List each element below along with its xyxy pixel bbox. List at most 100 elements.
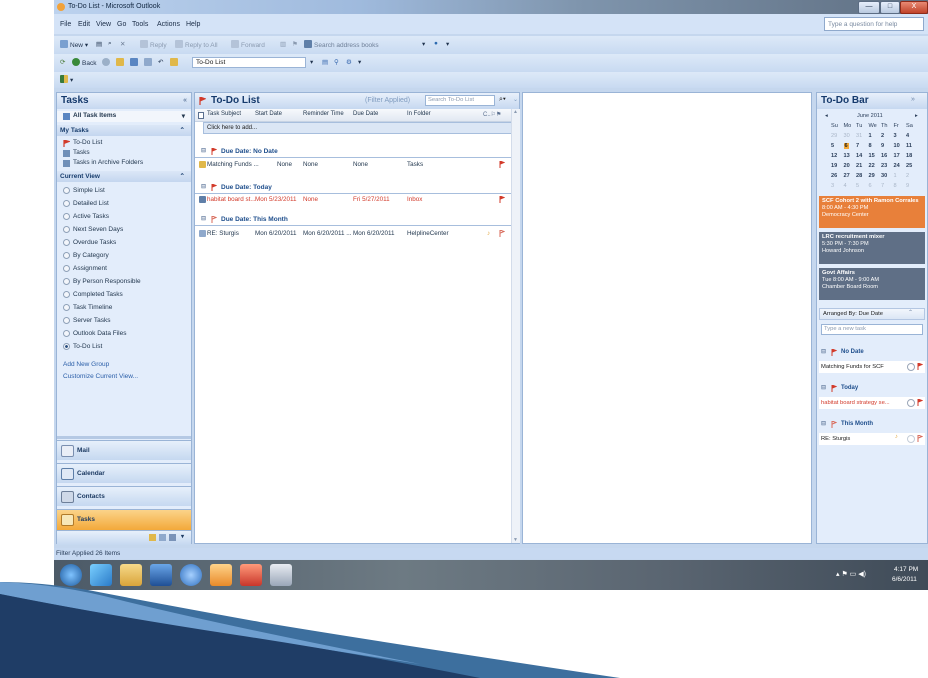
task-icon-column[interactable] [198,112,204,119]
complete-checkbox[interactable] [907,399,915,407]
calendar-day[interactable]: 15 [869,153,875,159]
delete-icon[interactable]: ✕ [120,40,125,48]
toolbar2-options-icon[interactable]: ▾ [358,58,361,66]
address-book-dropdown[interactable]: ▾ [422,40,425,48]
complete-checkbox[interactable] [907,435,915,443]
task-flag-outline-icon[interactable] [917,435,923,442]
view-option[interactable]: Detailed List [57,199,191,210]
scroll-up-icon[interactable]: ▲ [513,109,518,115]
view-option[interactable]: Overdue Tasks [57,238,191,249]
home-icon[interactable] [170,58,180,67]
view-option[interactable]: Outlook Data Files [57,329,191,340]
new-task-input[interactable]: Click here to add... [203,122,515,134]
forward-button[interactable]: Forward [231,40,265,49]
calendar-day[interactable]: 9 [906,183,909,189]
address-book-button[interactable]: Search address books [304,40,379,49]
configure-buttons-icon[interactable]: ▾ [181,533,184,540]
group-no-date[interactable]: ⊟ Due Date: No Date [195,146,519,158]
column-start-date[interactable]: Start Date [255,111,282,117]
my-task-item-archive[interactable]: Tasks in Archive Folders [57,158,191,169]
calendar-day[interactable]: 22 [869,163,875,169]
appointment-item[interactable]: SCF Cohort 2 with Ramon Corrales 8:00 AM… [819,196,925,228]
nav-contacts-button[interactable]: Contacts [57,486,191,506]
calendar-day[interactable]: 8 [869,143,872,149]
prev-month-icon[interactable]: ◂ [825,113,828,119]
refresh-icon[interactable]: ⟳ [60,58,65,66]
collapse-group-icon[interactable]: ⊟ [821,384,826,391]
collapse-group-icon[interactable]: ⊟ [821,348,826,355]
todo-bar-task-overdue[interactable]: habitat board strategy se... [819,397,925,409]
print-preview-icon[interactable] [144,58,154,67]
calendar-day[interactable]: 1 [894,173,897,179]
task-flag-icon[interactable] [499,196,505,203]
calendar-day[interactable]: 14 [856,153,862,159]
calendar-day[interactable]: 28 [856,173,862,179]
search-todo-input[interactable]: Search To-Do List [425,95,495,106]
task-row-overdue[interactable]: habitat board st... Mon 5/23/2011 None F… [195,194,519,205]
todo-bar-task[interactable]: Matching Funds for SCF [819,361,925,373]
menu-actions[interactable]: Actions [157,21,180,28]
calendar-day[interactable]: 29 [831,133,837,139]
task-flag-icon[interactable] [499,161,505,168]
move-icon[interactable]: ⌕ [108,40,112,48]
shortcuts-icon[interactable] [159,534,166,541]
menu-edit[interactable]: Edit [78,21,90,28]
my-tasks-header[interactable]: My Tasks ⌃ [57,125,191,136]
nav-tasks-button[interactable]: Tasks [57,509,191,530]
todo-bar-group[interactable]: ⊟ No Date [819,347,925,358]
menu-go[interactable]: Go [117,21,126,28]
location-dropdown-icon[interactable]: ▾ [310,58,313,66]
close-button[interactable]: X [900,1,928,14]
filter-icon[interactable]: ⚲ [334,58,339,66]
minimize-button[interactable]: — [858,1,880,14]
task-row[interactable]: RE: Sturgis Mon 6/20/2011 Mon 6/20/2011 … [195,228,519,239]
nav-mail-button[interactable]: Mail [57,440,191,460]
add-new-group-link[interactable]: Add New Group [57,360,191,371]
column-in-folder[interactable]: In Folder [407,111,431,117]
current-view-header[interactable]: Current View ⌃ [57,171,191,182]
view-option[interactable]: Next Seven Days [57,225,191,236]
calendar-day[interactable]: 6 [869,183,872,189]
calendar-day[interactable]: 7 [856,143,859,149]
task-flag-icon[interactable] [917,399,923,406]
view-icon[interactable]: ▤ [322,58,328,66]
folder-list-icon[interactable] [149,534,156,541]
calendar-day[interactable]: 31 [856,133,862,139]
collapse-pane-icon[interactable]: « [183,93,187,109]
sort-icon[interactable]: ⌃ [908,310,913,316]
new-button[interactable]: New ▾ [60,40,88,49]
calendar-day[interactable]: 24 [894,163,900,169]
collapse-group-icon[interactable]: ⊟ [201,215,206,222]
clock-time[interactable]: 4:17 PM [894,566,918,573]
calendar-day[interactable]: 30 [881,173,887,179]
calendar-day[interactable]: 29 [869,173,875,179]
calendar-day[interactable]: 12 [831,153,837,159]
calendar-day[interactable]: 26 [831,173,837,179]
todo-bar-group[interactable]: ⊟ Today [819,383,925,394]
view-option[interactable]: Active Tasks [57,212,191,223]
view-option[interactable]: Assignment [57,264,191,275]
calendar-day[interactable]: 30 [844,133,850,139]
categorize-icon[interactable]: ▥ [280,40,286,48]
print-icon[interactable]: ▤ [96,40,102,48]
view-option[interactable]: Completed Tasks [57,290,191,301]
scroll-down-icon[interactable]: ▼ [513,537,518,543]
todo-bar-group[interactable]: ⊟ This Month [819,419,925,430]
group-today[interactable]: ⊟ Due Date: Today [195,182,519,194]
calendar-day[interactable]: 21 [856,163,862,169]
calendar-day[interactable]: 5 [856,183,859,189]
complete-checkbox[interactable] [907,363,915,371]
calendar-day[interactable]: 5 [831,143,834,149]
undo-icon[interactable]: ↶ [158,58,163,66]
next-month-icon[interactable]: ▸ [915,113,918,119]
reading-pane-icon[interactable] [130,58,140,67]
task-flag-icon[interactable] [917,363,923,370]
view-option-selected[interactable]: To-Do List [57,342,191,353]
nav-calendar-button[interactable]: Calendar [57,463,191,483]
todo-bar-task[interactable]: RE: Sturgis ♪ [819,433,925,445]
view-option[interactable]: Simple List [57,186,191,197]
calendar-day[interactable]: 3 [894,133,897,139]
help-search-input[interactable]: Type a question for help [824,17,924,31]
column-task-subject[interactable]: Task Subject [207,111,241,117]
collapse-group-icon[interactable]: ⊟ [201,147,206,154]
